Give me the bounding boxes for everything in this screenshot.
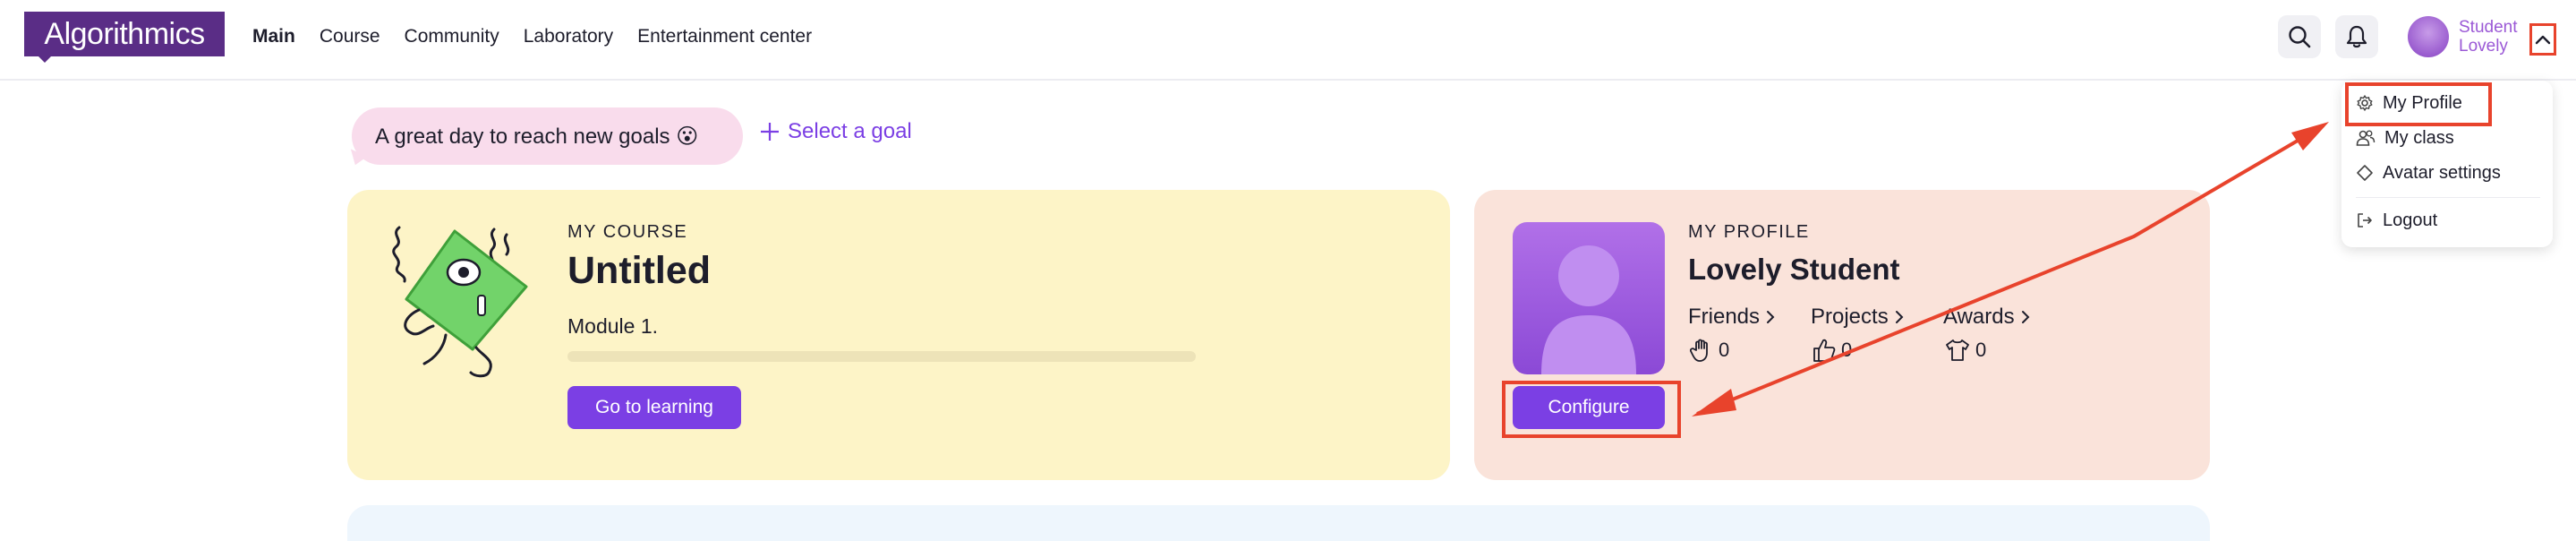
goal-message-bubble: A great day to reach new goals 😮	[352, 107, 743, 165]
nav-course[interactable]: Course	[320, 23, 380, 50]
top-header: Algorithmics Main Course Community Labor…	[0, 0, 2576, 81]
user-menu-toggle[interactable]	[2529, 23, 2556, 56]
chevron-right-icon	[1895, 311, 1904, 323]
profile-eyebrow: MY PROFILE	[1688, 222, 1810, 242]
logo-tail	[36, 54, 54, 63]
diamond-icon	[2357, 165, 2373, 181]
annotation-arrowhead-my-profile	[2291, 122, 2329, 150]
notifications-button[interactable]	[2335, 15, 2378, 58]
algorithmics-logo[interactable]: Algorithmics	[24, 12, 225, 56]
menu-label-logout: Logout	[2383, 210, 2438, 230]
menu-label-my-class: My class	[2384, 127, 2454, 148]
projects-value: 0	[1841, 339, 1853, 361]
awards-link[interactable]: Awards	[1943, 305, 2031, 330]
menu-label-avatar-settings: Avatar settings	[2383, 162, 2501, 183]
menu-item-avatar-settings[interactable]: Avatar settings	[2356, 159, 2501, 186]
shirt-icon	[1946, 339, 1969, 361]
go-to-learning-button[interactable]: Go to learning	[567, 386, 741, 429]
nav-main[interactable]: Main	[252, 23, 295, 50]
profile-avatar	[1513, 222, 1665, 374]
course-mascot-illustration	[392, 226, 528, 378]
awards-value: 0	[1975, 339, 1987, 361]
awards-label: Awards	[1943, 305, 2015, 329]
goal-message: A great day to reach new goals 😮	[375, 124, 699, 149]
chevron-up-icon	[2535, 35, 2551, 45]
annotation-box-configure	[1502, 381, 1681, 438]
search-button[interactable]	[2278, 15, 2321, 58]
course-progress-bar	[567, 351, 1196, 362]
friends-count: 0	[1690, 338, 1729, 363]
search-icon	[2289, 26, 2311, 48]
chevron-right-icon	[1767, 311, 1775, 323]
plus-icon	[761, 123, 779, 141]
friends-link[interactable]: Friends	[1688, 305, 1776, 330]
hand-icon	[1690, 339, 1708, 362]
user-last-name: Lovely	[2459, 37, 2508, 56]
bell-icon	[2346, 25, 2367, 48]
projects-label: Projects	[1811, 305, 1889, 329]
user-silhouette-icon	[1541, 245, 1636, 374]
annotation-box-my-profile	[2345, 82, 2492, 126]
projects-link[interactable]: Projects	[1811, 305, 1905, 330]
nav-laboratory[interactable]: Laboratory	[524, 23, 613, 50]
select-goal-label: Select a goal	[788, 119, 912, 143]
logout-icon	[2358, 213, 2372, 228]
menu-item-logout[interactable]: Logout	[2356, 207, 2437, 234]
menu-item-my-class[interactable]: My class	[2356, 125, 2454, 151]
projects-count: 0	[1813, 338, 1852, 363]
friends-label: Friends	[1688, 305, 1761, 329]
user-name[interactable]: Student Lovely	[2459, 18, 2539, 56]
awards-count: 0	[1945, 338, 1986, 363]
user-first-name: Student	[2459, 18, 2518, 37]
users-icon	[2356, 130, 2376, 146]
next-section-card	[347, 505, 2210, 541]
course-eyebrow: MY COURSE	[567, 222, 688, 242]
profile-name: Lovely Student	[1688, 253, 1900, 286]
chevron-right-icon	[2021, 311, 2030, 323]
menu-divider	[2356, 197, 2540, 198]
friends-value: 0	[1719, 339, 1730, 361]
main-nav: Main Course Community Laboratory Enterta…	[252, 23, 836, 50]
course-title: Untitled	[567, 249, 712, 292]
user-avatar[interactable]	[2408, 16, 2449, 57]
course-module: Module 1.	[567, 314, 659, 338]
nav-community[interactable]: Community	[405, 23, 499, 50]
thumbs-up-icon	[1813, 339, 1836, 362]
select-goal-link[interactable]: Select a goal	[759, 119, 912, 144]
nav-entertainment-center[interactable]: Entertainment center	[637, 23, 812, 50]
